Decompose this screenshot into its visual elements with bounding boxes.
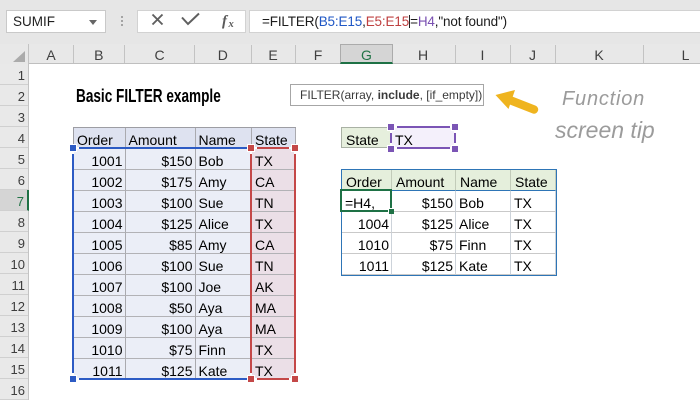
svg-text:x: x [228, 19, 234, 30]
